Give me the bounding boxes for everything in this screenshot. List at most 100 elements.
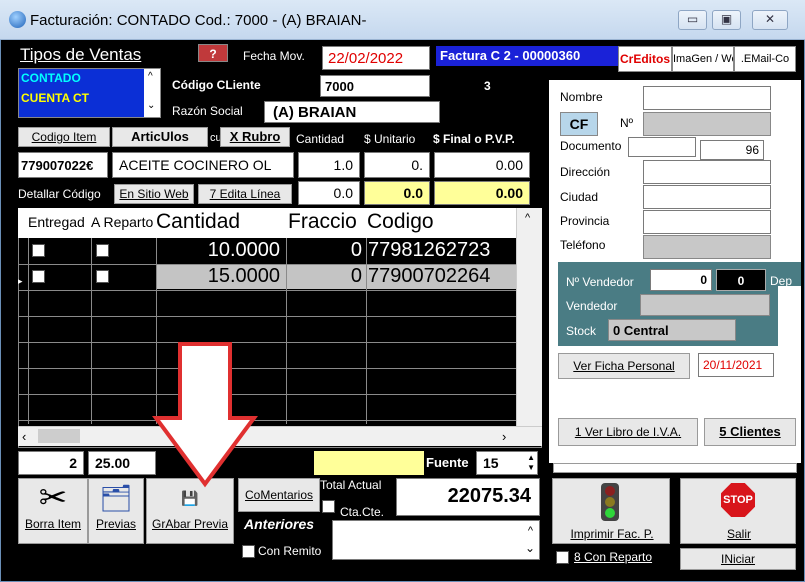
tab-imagen-web[interactable]: ImaGen / Web (672, 46, 734, 72)
final2-input[interactable]: 0.00 (434, 181, 530, 205)
tab-creditos[interactable]: CrEditos (618, 46, 672, 72)
direccion-label: Dirección (560, 165, 611, 179)
direccion-input[interactable] (643, 160, 771, 184)
codigo-cliente-label: Código CLiente (172, 78, 261, 92)
stock-value[interactable]: 0 Central (608, 319, 736, 341)
clientes-button[interactable]: 5 Clientes (704, 418, 796, 446)
ver-ficha-button[interactable]: Ver Ficha Personal (558, 353, 690, 379)
row-pointer-icon: ▸ (18, 276, 23, 286)
items-count: 2 (18, 451, 84, 475)
row1-entregado-checkbox[interactable] (32, 244, 45, 257)
fecha-mov-label: Fecha Mov. (243, 49, 305, 63)
con-remito-checkbox[interactable] (242, 545, 255, 558)
con-reparto-label: 8 Con Reparto (574, 550, 653, 564)
table-row[interactable]: 15.0000 0 77900702264 (156, 265, 516, 289)
sale-type-cuenta-ct[interactable]: CUENTA CT (21, 91, 89, 105)
close-button[interactable]: ✕ (752, 10, 788, 30)
no-input[interactable] (643, 112, 771, 136)
nombre-input[interactable] (643, 86, 771, 110)
col-entregado[interactable]: Entregad (28, 214, 85, 230)
no-vendedor-label: Nº Vendedor (566, 275, 634, 289)
chevron-down-icon[interactable]: ⌄ (147, 100, 155, 111)
detallar-codigo-label: Detallar Código (18, 187, 101, 201)
scroll-thumb[interactable] (38, 429, 80, 443)
maximize-button[interactable]: ▣ (712, 10, 741, 30)
stop-icon: STOP (721, 483, 755, 517)
col-a-reparto[interactable]: A Reparto (91, 214, 155, 230)
en-sitio-web-button[interactable]: En Sitio Web (114, 184, 194, 204)
scroll-up-icon[interactable]: ^ (525, 212, 530, 224)
cf-field[interactable]: CF (560, 112, 598, 136)
con-reparto-checkbox[interactable] (556, 551, 569, 564)
sale-type-contado[interactable]: CONTADO (21, 71, 81, 85)
x-rubro-button[interactable]: X Rubro (220, 127, 290, 147)
scroll-right-icon[interactable]: › (502, 429, 506, 444)
table-row[interactable]: 10.0000 0 77981262723 (156, 239, 516, 263)
cantidad2-input[interactable]: 0.0 (298, 181, 360, 205)
stock-label: Stock (566, 324, 597, 338)
imprimir-button[interactable]: Imprimir Fac. P. (552, 478, 670, 544)
tipos-ventas-label: Tipos de Ventas (20, 45, 142, 64)
telefono-input[interactable] (643, 235, 771, 259)
descripcion-input[interactable]: ACEITE COCINERO OL (112, 152, 294, 178)
unitario-input[interactable]: 0. (364, 152, 430, 178)
codigo-item-input[interactable]: 779007022€ (18, 152, 108, 178)
chevron-down-icon[interactable]: ⌄ (525, 541, 535, 555)
razon-social-input[interactable]: (A) BRAIAN (264, 101, 440, 123)
provincia-input[interactable] (643, 210, 771, 234)
tab-email[interactable]: .EMail-Co (734, 46, 796, 72)
ciudad-label: Ciudad (560, 190, 599, 204)
chevron-up-icon[interactable]: ^ (528, 525, 533, 537)
total-actual-label: Total Actual (320, 478, 382, 492)
row2-codigo: 77900702264 (368, 265, 491, 287)
cantidad-input[interactable]: 1.0 (298, 152, 360, 178)
codigo-cliente-input[interactable]: 7000 (320, 75, 430, 97)
scroll-left-icon[interactable]: ‹ (22, 429, 26, 444)
grid-vertical-scrollbar[interactable]: ^ (516, 208, 542, 426)
ciudad-input[interactable] (643, 185, 771, 209)
row1-codigo: 77981262723 (368, 239, 491, 261)
window-title: Facturación: CONTADO Cod.: 7000 - (A) BR… (30, 12, 367, 29)
documento-input[interactable]: 96 (700, 140, 764, 160)
libro-iva-button[interactable]: 1 Ver Libro de I.V.A. (558, 418, 698, 446)
row2-entregado-checkbox[interactable] (32, 270, 45, 283)
fuente-stepper[interactable]: 15 ▲ ▼ (476, 451, 538, 475)
nombre-label: Nombre (560, 90, 603, 104)
unitario2-input[interactable]: 0.0 (364, 181, 430, 205)
articulos-button[interactable]: ArticUlos (112, 127, 208, 147)
unitario-label: $ Unitario (364, 132, 416, 146)
row2-reparto-checkbox[interactable] (96, 270, 109, 283)
no-vendedor-input[interactable]: 0 (650, 269, 712, 291)
anteriores-label: Anteriores (244, 516, 315, 532)
col-fraccion[interactable]: Fraccio (288, 210, 366, 234)
chevron-up-icon[interactable]: ^ (148, 71, 153, 82)
vendedor-input[interactable] (640, 294, 770, 316)
edita-linea-button[interactable]: 7 Edita Línea (198, 184, 292, 204)
title-bar[interactable]: Facturación: CONTADO Cod.: 7000 - (A) BR… (0, 0, 805, 40)
final-input[interactable]: 0.00 (434, 152, 530, 178)
borra-item-button[interactable]: ✂ Borra Item (18, 478, 88, 544)
sale-types-list[interactable]: CONTADO CUENTA CT ^ ⌄ (18, 68, 161, 118)
fuente-label: Fuente (426, 455, 469, 470)
telefono-label: Teléfono (560, 238, 606, 252)
vendedor-code[interactable]: 0 (716, 269, 766, 291)
previas-button[interactable]: 🗂 Previas (88, 478, 144, 544)
vendedor-label: Vendedor (566, 299, 618, 313)
minimize-button[interactable]: ▭ (678, 10, 707, 30)
help-button[interactable]: ? (198, 44, 228, 62)
documento-type-input[interactable] (628, 137, 696, 157)
stepper-arrows-icon[interactable]: ▲ ▼ (527, 453, 535, 473)
floppy-stack-icon: 🗂 (99, 483, 133, 513)
anteriores-list[interactable]: ^ ⌄ (332, 520, 540, 560)
grid-horizontal-scrollbar[interactable]: ‹ › (18, 426, 542, 446)
salir-button[interactable]: STOP Salir (680, 478, 796, 544)
codigo-item-button[interactable]: Codigo Item (18, 127, 110, 147)
row1-reparto-checkbox[interactable] (96, 244, 109, 257)
annotation-arrow-icon (152, 342, 258, 488)
col-cantidad[interactable]: Cantidad (156, 210, 240, 234)
documento-label: Documento (560, 139, 622, 153)
iniciar-button[interactable]: INiciar (680, 548, 796, 570)
fecha-mov-input[interactable]: 22/02/2022 (322, 46, 430, 70)
col-codigo[interactable]: Codigo (367, 210, 434, 234)
cta-cte-checkbox[interactable] (322, 500, 335, 513)
